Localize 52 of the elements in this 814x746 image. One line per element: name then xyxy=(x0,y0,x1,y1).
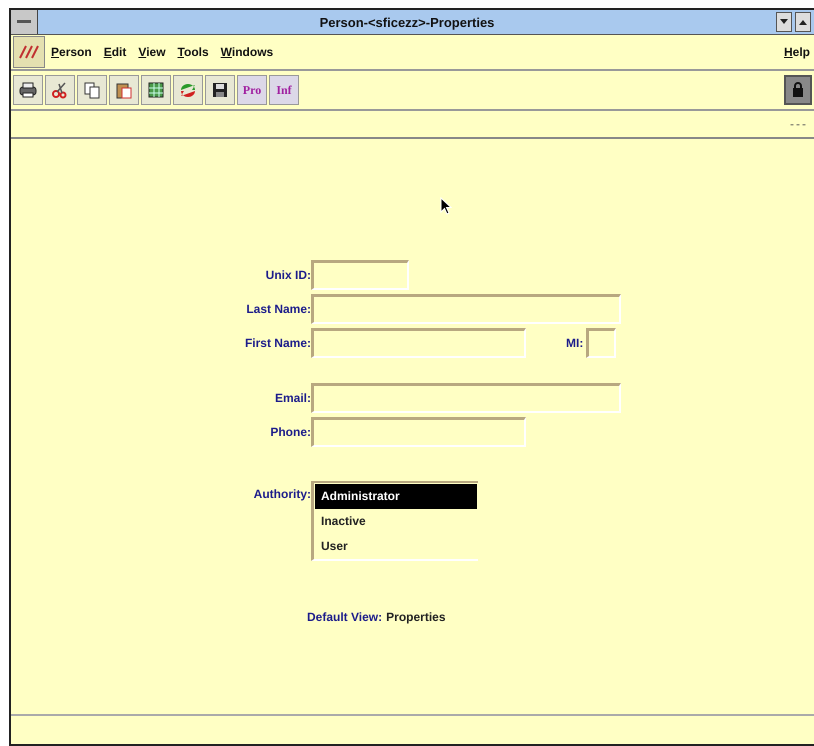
default-view-value: Properties xyxy=(386,610,446,624)
input-field[interactable] xyxy=(311,294,621,324)
scissors-icon xyxy=(51,81,69,99)
mouse-pointer-icon xyxy=(440,197,452,215)
list-option[interactable]: User xyxy=(315,533,477,558)
lock-button[interactable] xyxy=(784,75,812,105)
toolbar-button[interactable] xyxy=(77,75,107,105)
minimize-button[interactable] xyxy=(776,12,792,32)
list-option[interactable]: Inactive xyxy=(315,508,477,534)
toolbar-button[interactable]: Inf xyxy=(269,75,299,105)
field-label: Phone: xyxy=(269,425,311,439)
field-label: Email: xyxy=(274,391,311,405)
input-field[interactable] xyxy=(311,383,621,413)
system-menu-button[interactable] xyxy=(11,10,38,34)
field-label: First Name: xyxy=(244,336,311,350)
maximize-button[interactable] xyxy=(795,12,811,32)
printer-icon xyxy=(18,81,38,99)
menu-item[interactable]: Windows xyxy=(220,45,274,59)
grid-icon xyxy=(147,81,165,99)
field-label: Authority: xyxy=(252,487,311,501)
input-field[interactable] xyxy=(311,260,409,290)
input-field[interactable] xyxy=(311,417,526,447)
paste-icon xyxy=(115,81,133,99)
menu-item[interactable]: Edit xyxy=(104,45,126,59)
dash-icon xyxy=(17,20,31,24)
default-view-label: Default View: xyxy=(307,610,382,624)
down-arrow-icon xyxy=(780,19,788,25)
menu-item[interactable]: Person xyxy=(51,45,92,59)
up-arrow-icon xyxy=(799,19,807,25)
lock-icon xyxy=(792,82,804,98)
app-logo-icon[interactable] xyxy=(13,36,45,68)
copy-icon xyxy=(83,81,101,99)
window-title: Person-<sficezz>-Properties xyxy=(318,14,496,30)
toolbar-button[interactable] xyxy=(205,75,235,105)
menu-item[interactable]: View xyxy=(138,45,166,59)
toolbar-button[interactable]: Pro xyxy=(237,75,267,105)
toolbar-button[interactable] xyxy=(45,75,75,105)
toolbar-button[interactable] xyxy=(13,75,43,105)
save-icon xyxy=(211,81,229,99)
field-label: Last Name: xyxy=(245,302,311,316)
menu-item[interactable]: Tools xyxy=(178,45,209,59)
input-field[interactable] xyxy=(311,328,526,358)
input-field[interactable] xyxy=(586,328,616,358)
list-option[interactable]: Administrator xyxy=(315,484,477,509)
message-text: --- xyxy=(790,117,808,131)
field-label: MI: xyxy=(566,336,584,350)
menu-item[interactable]: Help xyxy=(784,45,810,59)
toolbar-button[interactable] xyxy=(141,75,171,105)
field-label: Unix ID: xyxy=(264,268,311,282)
refresh-icon xyxy=(179,81,197,99)
toolbar-button[interactable] xyxy=(109,75,139,105)
authority-list[interactable]: Administrator Inactive User xyxy=(311,481,478,561)
